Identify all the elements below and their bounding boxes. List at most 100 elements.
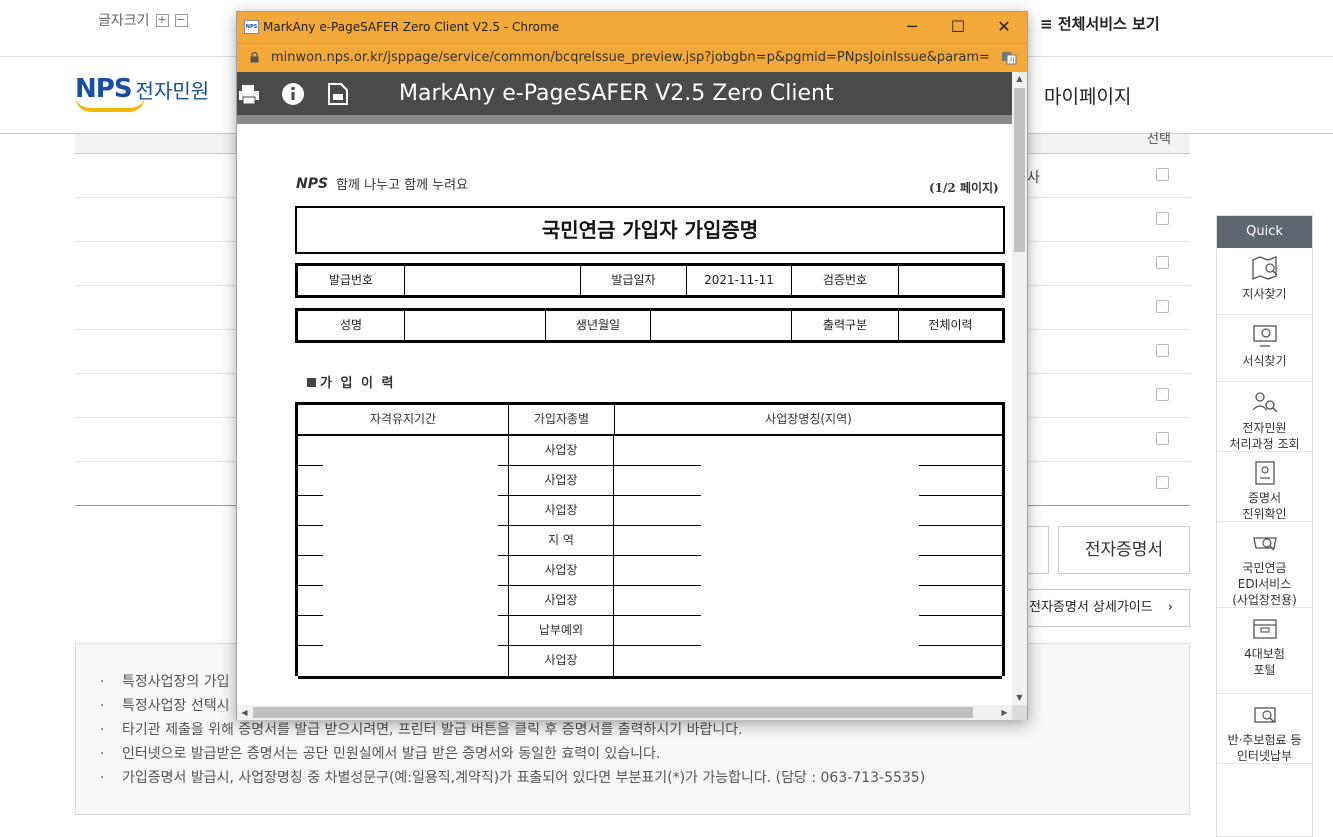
vertical-scrollbar[interactable]: ▲ ▼ [1012,72,1027,705]
name-label: 성명 [298,311,405,340]
minimize-button[interactable]: ─ [892,16,932,40]
ecert-guide-link[interactable]: 전자증명서 상세가이드 › [1020,589,1190,627]
ecert-button[interactable]: 전자증명서 [1058,526,1190,574]
viewer-toolbar: MarkAny e-PageSAFER V2.5 Zero Client [237,72,1012,115]
cell-workplace [615,556,1002,585]
header-type: 가입자종별 [509,405,615,434]
row-checkbox[interactable] [1156,388,1169,401]
cell-type: 사업장 [508,496,614,525]
site-logo[interactable]: NPS 전자민원 [75,74,210,112]
vertical-scroll-thumb[interactable] [1014,88,1025,252]
document-page: NPS 함께 나누고 함께 누려요 (1/2 페이지) 국민연금 가입자 가입증… [237,124,1012,705]
header-select-fragment: 선택 [1147,132,1171,147]
issue-no-label: 발급번호 [298,266,405,295]
favicon-icon: NPS [244,20,259,34]
scroll-down-arrow-icon[interactable]: ▼ [1012,691,1027,705]
lock-icon [250,52,259,63]
cell-workplace [615,586,1002,615]
scroll-up-arrow-icon[interactable]: ▲ [1012,72,1027,86]
font-size-control: 글자크기 + − [98,10,188,30]
cell-period [298,586,509,615]
table-row: 납부예외 [298,616,1002,647]
scroll-right-arrow-icon[interactable]: ▶ [997,705,1012,720]
row-checkbox[interactable] [1156,432,1169,445]
birth-label: 생년월일 [546,311,651,340]
page-indicator: (1/2 페이지) [929,181,999,195]
close-button[interactable]: ✕ [984,16,1024,40]
row-checkbox[interactable] [1156,344,1169,357]
popup-window: NPS MarkAny e-PageSAFER Zero Client V2.5… [236,11,1028,720]
person-info-row: 성명 생년월일 출력구분 전체이력 [295,308,1005,343]
cell-type: 사업장 [508,646,614,676]
notice-item: 인터넷으로 발급받은 증명서는 공단 민원실에서 발급 받은 증명서와 동일한 … [100,742,1189,766]
cell-workplace [615,646,1002,676]
row-checkbox[interactable] [1156,168,1169,181]
logo-subtext: 전자민원 [135,78,210,103]
cell-workplace [615,466,1002,495]
scroll-left-arrow-icon[interactable]: ◀ [237,705,252,720]
save-icon[interactable] [325,81,351,107]
quick-item-branch-search[interactable]: 지사찾기 [1217,248,1312,315]
quick-item-label: 국민연금 EDI서비스 (사업장전용) [1232,561,1297,607]
card-payment-icon [1253,707,1276,723]
id-card-icon [1254,461,1275,485]
quick-item-edi-service[interactable]: 국민연금 EDI서비스 (사업장전용) [1217,522,1312,608]
notice-item: 타기관 제출을 위해 증명서를 발급 받으시려면, 프린터 발급 버튼을 클릭 … [100,718,1189,742]
issue-no-value [405,266,581,295]
cell-period [298,556,509,585]
quick-item-form-search[interactable]: 서식찾기 [1217,315,1312,382]
ecert-guide-label: 전자증명서 상세가이드 [1029,600,1153,615]
info-icon[interactable] [280,81,306,107]
quick-item-process-lookup[interactable]: 전자민원 처리과정 조회 [1217,382,1312,452]
cell-type: 지 역 [508,526,614,555]
fax-search-icon [1252,537,1277,551]
row-checkbox[interactable] [1156,212,1169,225]
row-checkbox[interactable] [1156,256,1169,269]
birth-value [651,311,792,340]
verify-no-label: 검증번호 [792,266,899,295]
quick-item-online-payment[interactable]: 반·추보험료 등 인터넷납부 [1217,694,1312,764]
scrollbar-corner [1012,705,1027,720]
square-bullet-icon [307,378,316,387]
output-type-value: 전체이력 [928,318,973,332]
output-type-label: 출력구분 [792,311,899,340]
row-text-fragment: 사 [1027,170,1040,186]
window-title: MarkAny e-PageSAFER Zero Client V2.5 - C… [263,20,560,34]
notice-item: 가입증명서 발급시, 사업장명칭 중 차별성문구(예:일용직,계약직)가 표출되… [100,766,1189,790]
font-size-decrease-button[interactable]: − [174,13,188,27]
header-period: 자격유지기간 [298,405,509,434]
cell-type: 사업장 [508,466,614,495]
horizontal-scrollbar[interactable]: ◀ ▶ [237,705,1012,720]
table-row: 사업장 [298,586,1002,617]
cell-period [298,526,509,555]
all-services-link[interactable]: ≡ 전체서비스 보기 [1040,13,1160,34]
history-table: 자격유지기간 가입자종별 사업장명칭(지역) 사업장 사업장 사업장 지 역 사… [295,402,1005,679]
quick-item-4insurance[interactable]: 4대보험 포털 [1217,608,1312,694]
quick-item-cert-verify[interactable]: 증명서 진위확인 [1217,452,1312,522]
print-icon[interactable] [237,81,263,107]
table-row: 사업장 [298,556,1002,587]
row-checkbox[interactable] [1156,300,1169,313]
maximize-button[interactable]: ☐ [938,16,978,40]
font-size-increase-button[interactable]: + [155,13,169,27]
mypage-link[interactable]: 마이페이지 [1044,82,1131,109]
monitor-search-icon [1252,325,1277,347]
cell-type: 납부예외 [508,616,614,645]
window-titlebar[interactable]: NPS MarkAny e-PageSAFER Zero Client V2.5… [237,12,1027,43]
cell-period [298,616,509,645]
document-title: 국민연금 가입자 가입증명 [295,206,1005,254]
quick-item-label: 지사찾기 [1242,287,1287,301]
table-row: 지 역 [298,526,1002,557]
history-header-row: 자격유지기간 가입자종별 사업장명칭(지역) [298,405,1002,436]
cell-period [298,646,509,676]
logo-swoosh-icon [75,96,145,112]
people-search-icon [1252,392,1278,413]
issue-date-value: 2021-11-11 [687,266,792,295]
horizontal-scroll-thumb[interactable] [253,707,973,718]
address-bar[interactable]: minwon.nps.or.kr/jsppage/service/common/… [237,43,1027,72]
row-checkbox[interactable] [1156,476,1169,489]
svg-text:가: 가 [1009,57,1015,65]
cell-workplace [615,616,1002,645]
quick-menu-title: Quick [1217,216,1312,248]
translate-icon[interactable]: 가 [1001,50,1017,66]
